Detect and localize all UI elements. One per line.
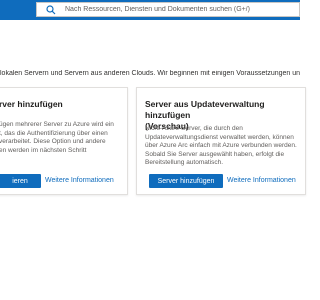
global-search-box[interactable]: Nach Ressourcen, Diensten und Dokumenten… xyxy=(36,2,300,17)
learn-more-link[interactable]: Weitere Informationen xyxy=(227,177,296,184)
generate-script-button[interactable]: ieren xyxy=(0,174,41,188)
card-title: rver hinzufügen xyxy=(0,99,63,109)
update-management-card: Server aus Updateverwaltung hinzufügen (… xyxy=(136,87,306,195)
card-description: Nicht-Azure-Server, die durch den Update… xyxy=(145,125,297,167)
learn-more-link[interactable]: Weitere Informationen xyxy=(45,177,114,184)
search-input[interactable]: Nach Ressourcen, Diensten und Dokumenten… xyxy=(65,6,250,13)
intro-text: lokalen Servern und Servern aus anderen … xyxy=(0,70,300,77)
search-icon xyxy=(45,4,57,16)
add-server-card: rver hinzufügen ügen mehrerer Server zu … xyxy=(0,87,128,195)
top-bar: Nach Ressourcen, Diensten und Dokumenten… xyxy=(0,0,300,20)
card-description: ügen mehrerer Server zu Azure wird ein t… xyxy=(0,121,114,154)
add-servers-button[interactable]: Server hinzufügen xyxy=(149,174,223,188)
